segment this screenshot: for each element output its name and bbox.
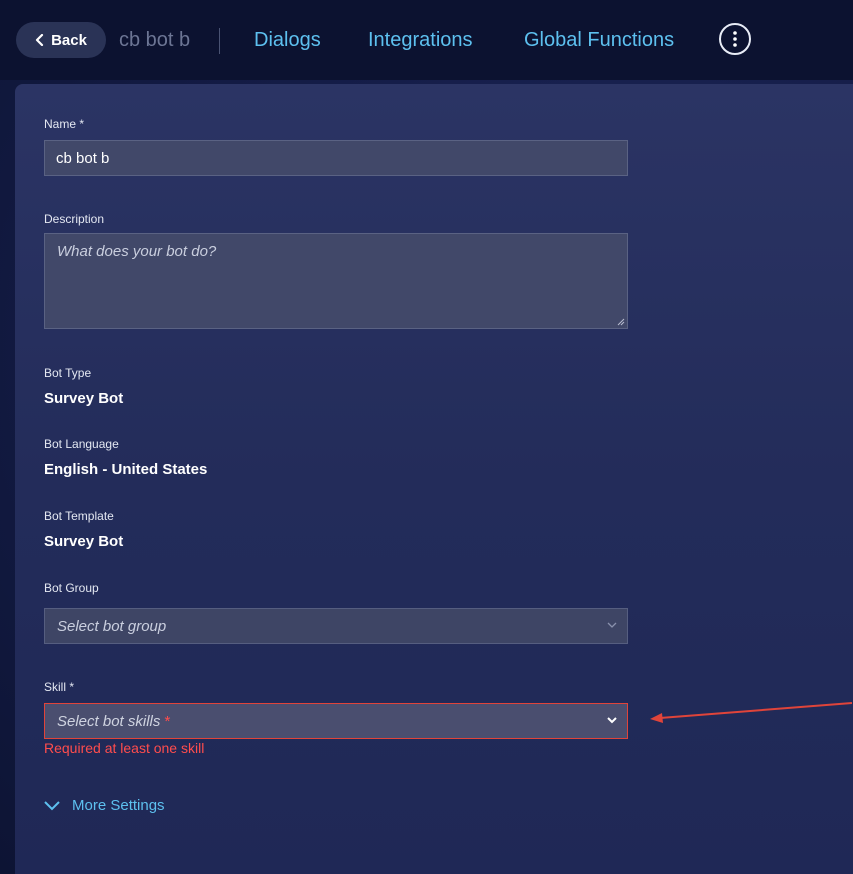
description-field[interactable]: What does your bot do? — [44, 233, 628, 329]
header-divider — [219, 28, 220, 54]
bot-template-value: Survey Bot — [44, 533, 124, 550]
chevron-down-icon — [44, 800, 60, 810]
bot-group-label: Bot Group — [44, 581, 99, 595]
more-settings-label: More Settings — [72, 797, 165, 814]
vertical-dots-icon — [733, 31, 737, 47]
description-placeholder: What does your bot do? — [57, 243, 217, 260]
chevron-down-icon — [607, 622, 617, 628]
red-arrow-icon — [650, 702, 853, 723]
nav-dialogs[interactable]: Dialogs — [254, 29, 321, 52]
back-button[interactable]: Back — [16, 22, 106, 58]
name-label: Name * — [44, 117, 85, 131]
skill-placeholder: Select bot skills — [57, 713, 161, 730]
name-field[interactable]: cb bot b — [44, 140, 628, 176]
bot-template-label: Bot Template — [44, 509, 114, 523]
resize-grip-icon[interactable] — [617, 318, 625, 326]
skill-label: Skill * — [44, 680, 75, 694]
top-bar: Back cb bot b Dialogs Integrations Globa… — [0, 0, 853, 80]
bot-group-select[interactable]: Select bot group — [44, 608, 628, 644]
nav-global-functions[interactable]: Global Functions — [524, 29, 674, 52]
description-label: Description — [44, 212, 105, 226]
more-options-button[interactable] — [719, 23, 751, 55]
bot-type-label: Bot Type — [44, 366, 92, 380]
skill-error-message: Required at least one skill — [44, 740, 205, 756]
bot-type-value: Survey Bot — [44, 390, 124, 407]
required-marker: * — [164, 713, 171, 730]
more-settings-toggle[interactable]: More Settings — [44, 797, 165, 814]
bot-group-placeholder: Select bot group — [57, 618, 167, 635]
bot-name-title: cb bot b — [119, 29, 191, 51]
nav-integrations[interactable]: Integrations — [368, 29, 473, 52]
chevron-down-icon — [607, 717, 617, 724]
back-button-label: Back — [51, 31, 87, 49]
skill-select[interactable]: Select bot skills * — [44, 703, 628, 739]
chevron-left-icon — [35, 34, 44, 46]
bot-language-value: English - United States — [44, 461, 208, 478]
bot-language-label: Bot Language — [44, 437, 119, 451]
